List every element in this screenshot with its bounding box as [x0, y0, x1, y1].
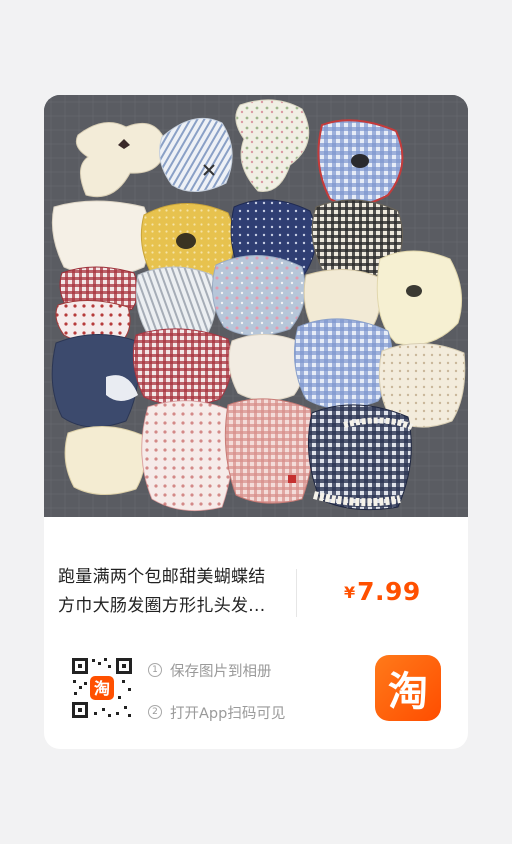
price-value: 7.99 — [357, 577, 421, 606]
qr-code[interactable]: 淘 — [70, 656, 134, 720]
qr-code-icon: 淘 — [72, 658, 132, 718]
step-1-number-icon: 1 — [148, 663, 162, 677]
product-image[interactable] — [44, 95, 468, 517]
taobao-logo-icon[interactable]: 淘 — [375, 655, 441, 721]
qr-center-glyph: 淘 — [94, 679, 110, 698]
product-title-line-1: 跑量满两个包邮甜美蝴蝶结 — [58, 567, 266, 587]
share-card: 跑量满两个包邮甜美蝴蝶结 方巾大肠发圈方形扎头发... ¥7.99 淘 1 保存… — [44, 95, 468, 749]
taobao-logo-glyph: 淘 — [388, 669, 428, 715]
scrunchies-photo — [44, 95, 468, 517]
price-currency-symbol: ¥ — [344, 583, 356, 602]
divider — [296, 569, 297, 617]
step-open-app: 2 打开App扫码可见 — [148, 701, 285, 723]
step-1-text: 保存图片到相册 — [170, 663, 272, 680]
step-save-image: 1 保存图片到相册 — [148, 659, 285, 681]
product-title-line-2: 方巾大肠发圈方形扎头发... — [58, 596, 266, 616]
share-instructions: 1 保存图片到相册 2 打开App扫码可见 — [148, 659, 285, 743]
step-2-number-icon: 2 — [148, 705, 162, 719]
product-price: ¥7.99 — [344, 577, 421, 606]
product-title[interactable]: 跑量满两个包邮甜美蝴蝶结 方巾大肠发圈方形扎头发... — [58, 563, 298, 621]
step-2-text: 打开App扫码可见 — [170, 705, 286, 722]
